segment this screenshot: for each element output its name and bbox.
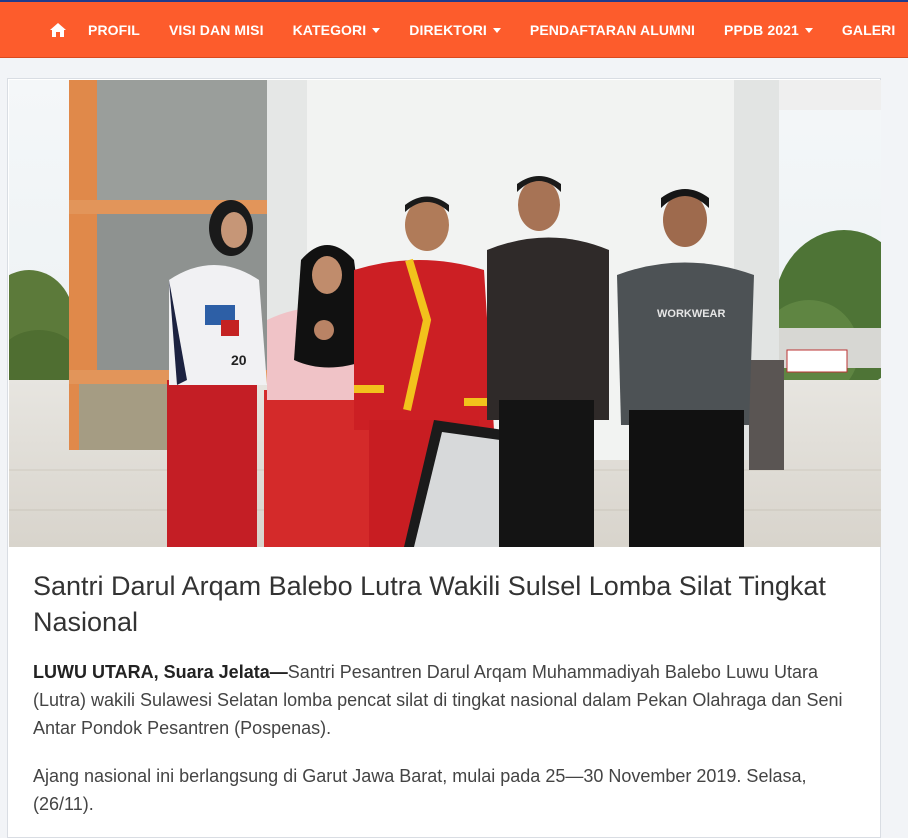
caret-down-icon xyxy=(804,27,813,33)
nav-galeri-label: GALERI xyxy=(841,22,896,38)
nav-galeri[interactable]: GALERI xyxy=(842,22,896,38)
article-card: 20 WORKWEAR Santri Darul Arqam Balebo Lu xyxy=(7,78,881,838)
nav-kategori-label: KATEGORI xyxy=(292,22,367,38)
article-dateline: LUWU UTARA, Suara Jelata— xyxy=(33,662,288,682)
article-photo[interactable]: 20 WORKWEAR xyxy=(9,80,881,547)
nav-kategori[interactable]: KATEGORI xyxy=(293,22,381,38)
article-title: Santri Darul Arqam Balebo Lutra Wakili S… xyxy=(33,571,826,637)
nav-home[interactable] xyxy=(50,23,66,37)
nav-ppdb[interactable]: PPDB 2021 xyxy=(724,22,813,38)
article-paragraph-2-text: Ajang nasional ini berlangsung di Garut … xyxy=(33,766,807,814)
nav-pendaftaran-alumni-label: PENDAFTARAN ALUMNI xyxy=(529,22,696,38)
svg-text:WORKWEAR: WORKWEAR xyxy=(657,308,725,320)
article-paragraph-2: Ajang nasional ini berlangsung di Garut … xyxy=(33,762,863,818)
nav-ppdb-label: PPDB 2021 xyxy=(724,22,799,38)
nav-visi-misi-label: VISI DAN MISI xyxy=(168,22,264,38)
nav-profil[interactable]: PROFIL xyxy=(88,22,140,38)
home-icon xyxy=(50,23,66,37)
nav-profil-label: PROFIL xyxy=(88,22,140,38)
nav-pendaftaran-alumni[interactable]: PENDAFTARAN ALUMNI xyxy=(530,22,695,38)
nav-direktori-label: DIREKTORI xyxy=(409,22,487,38)
caret-down-icon xyxy=(492,27,501,33)
svg-text:20: 20 xyxy=(231,352,247,368)
article-paragraph-1: LUWU UTARA, Suara Jelata—Santri Pesantre… xyxy=(33,658,863,742)
nav-menu: PROFIL VISI DAN MISI KATEGORI DIREKTORI … xyxy=(50,2,908,58)
nav-visi-misi[interactable]: VISI DAN MISI xyxy=(169,22,264,38)
caret-down-icon xyxy=(372,27,381,33)
top-navbar: PROFIL VISI DAN MISI KATEGORI DIREKTORI … xyxy=(0,0,908,58)
nav-direktori[interactable]: DIREKTORI xyxy=(409,22,501,38)
